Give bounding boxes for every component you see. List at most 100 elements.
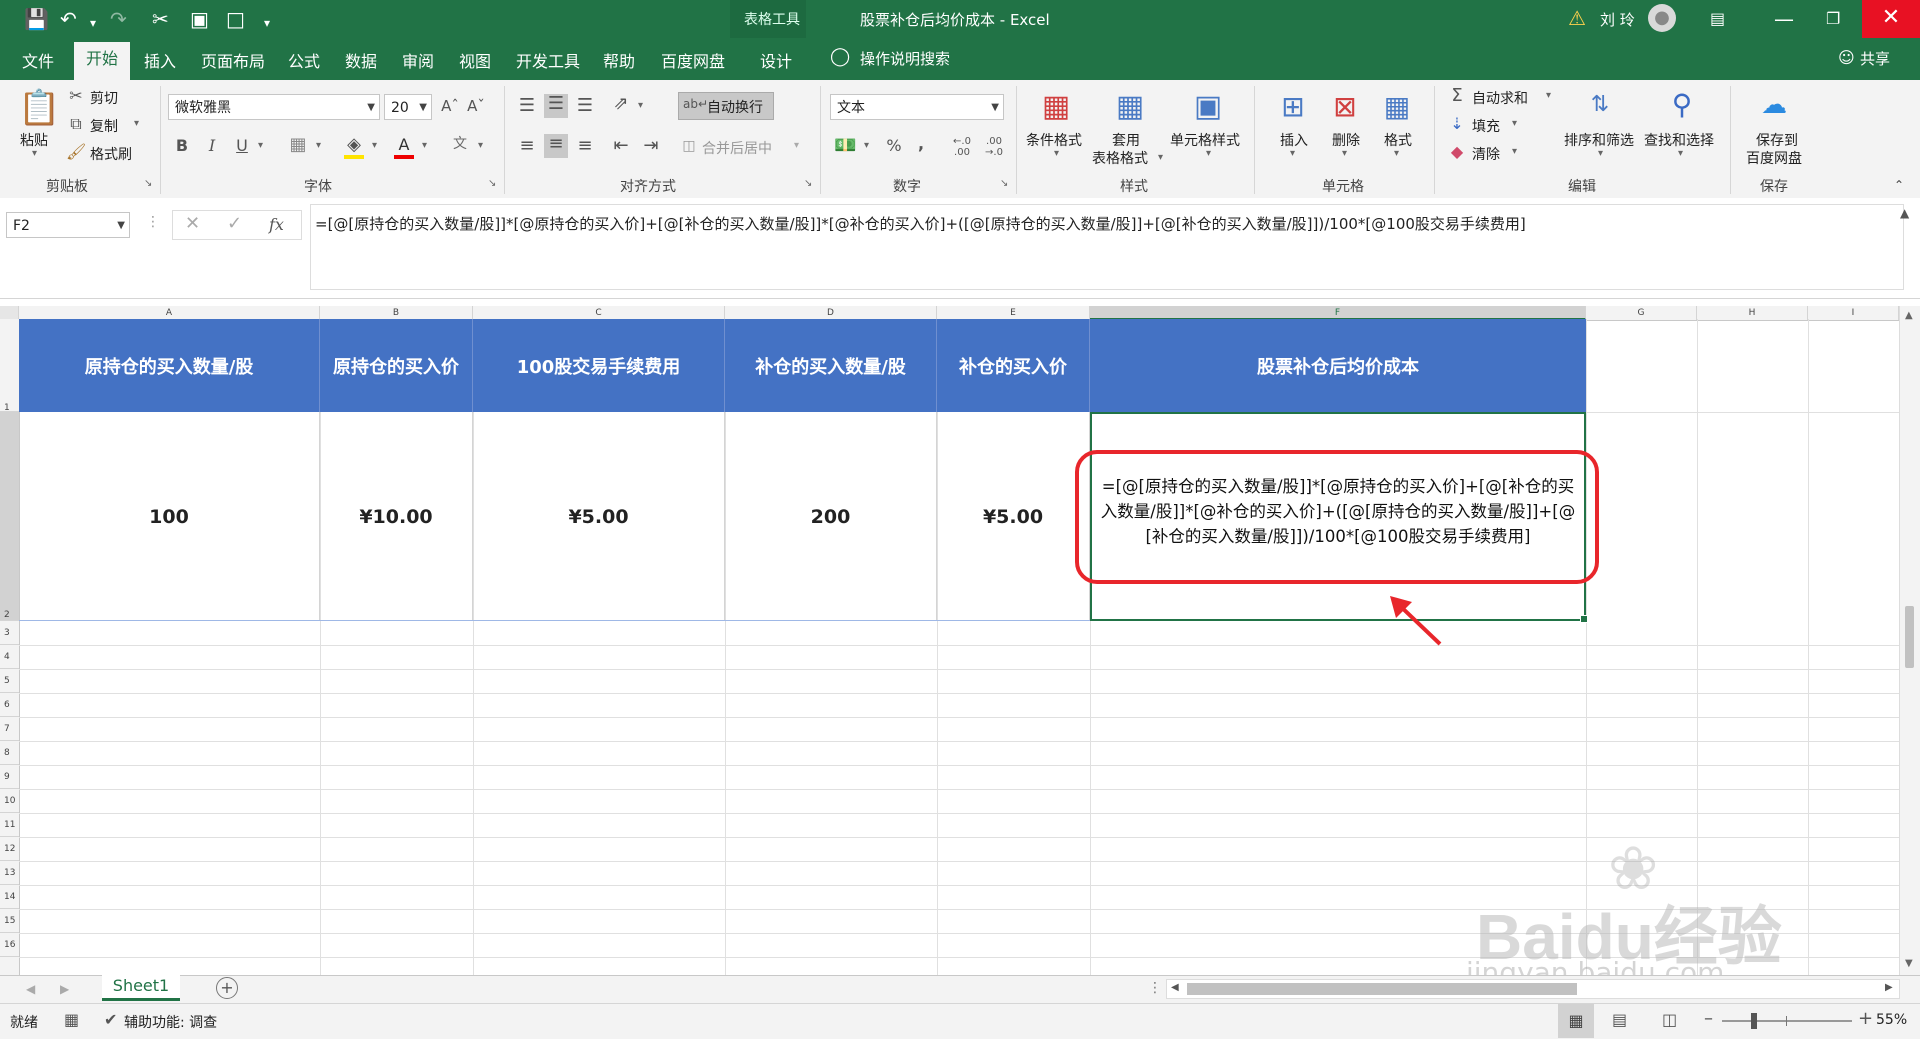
table-data-cell[interactable]: 100	[19, 412, 320, 621]
font-color-dropdown-icon[interactable]: ▾	[422, 140, 427, 151]
lightbulb-icon[interactable]: ◯	[830, 46, 850, 67]
zoom-out-icon[interactable]: –	[1704, 1008, 1713, 1029]
prev-sheet-icon[interactable]: ◀	[26, 982, 35, 996]
zoom-in-icon[interactable]: +	[1858, 1008, 1873, 1029]
table-data-cell[interactable]: ¥10.00	[320, 412, 473, 621]
tab-home[interactable]: 开始	[74, 42, 131, 80]
underline-dropdown-icon[interactable]: ▾	[258, 140, 263, 151]
format-cells-button[interactable]: 格式	[1384, 130, 1412, 150]
increase-indent-icon[interactable]: ⇥	[640, 136, 662, 156]
fill-handle[interactable]	[1580, 615, 1588, 623]
column-header-i[interactable]: I	[1808, 306, 1899, 320]
table-header-cell[interactable]: 补仓的买入数量/股	[725, 319, 937, 412]
undo-dropdown-icon[interactable]: ▾	[90, 12, 96, 34]
table-header-cell[interactable]: 股票补仓后均价成本	[1090, 319, 1586, 412]
name-box[interactable]: F2 ▼	[6, 212, 130, 238]
format-painter-button[interactable]: 格式刷	[90, 144, 132, 164]
delete-dropdown-icon[interactable]: ▾	[1342, 148, 1347, 159]
column-header-a[interactable]: A	[19, 306, 320, 320]
copy-icon[interactable]: ⧉	[66, 114, 86, 134]
insert-cells-icon[interactable]: ⊞	[1276, 90, 1310, 124]
number-format-select[interactable]: 文本 ▼	[830, 94, 1004, 120]
sheet-tab-sheet1[interactable]: Sheet1	[102, 975, 180, 1001]
save-netdisk-button-line2[interactable]: 百度网盘	[1746, 148, 1802, 168]
cell-styles-icon[interactable]: ▣	[1190, 90, 1226, 124]
warning-icon[interactable]: ⚠	[1568, 6, 1586, 30]
new-document-icon[interactable]: □	[226, 8, 245, 30]
underline-icon[interactable]: U	[232, 136, 252, 156]
cell-styles-button[interactable]: 单元格样式	[1170, 130, 1240, 150]
decrease-font-icon[interactable]: Aˇ	[466, 96, 486, 116]
zoom-level[interactable]: 55%	[1876, 1012, 1907, 1028]
row-header-5[interactable]: 5	[0, 669, 19, 693]
share-button[interactable]: 共享	[1860, 48, 1890, 69]
orientation-dropdown-icon[interactable]: ▾	[638, 100, 643, 111]
row-header-12[interactable]: 12	[0, 837, 19, 861]
paste-dropdown-icon[interactable]: ▾	[32, 148, 37, 159]
align-right-icon[interactable]: ≡	[574, 136, 596, 156]
formula-input[interactable]: =[@[原持仓的买入数量/股]]*[@原持仓的买入价]+[@[补仓的买入数量/股…	[310, 204, 1904, 290]
collapse-formula-bar-icon[interactable]: ▲	[1900, 206, 1909, 220]
format-table-dropdown-icon[interactable]: ▾	[1158, 152, 1163, 163]
format-as-table-button-line2[interactable]: 表格格式	[1092, 148, 1148, 168]
row-header-2[interactable]: 2	[0, 412, 19, 621]
scroll-up-icon[interactable]: ▲	[1905, 310, 1913, 321]
row-header-6[interactable]: 6	[0, 693, 19, 717]
table-data-cell[interactable]: ¥5.00	[473, 412, 725, 621]
column-header-b[interactable]: B	[320, 306, 473, 320]
table-header-cell[interactable]: 原持仓的买入数量/股	[19, 319, 320, 412]
row-header-15[interactable]: 15	[0, 909, 19, 933]
fill-color-icon[interactable]: ◈	[344, 135, 364, 159]
sort-filter-icon[interactable]: ⇅	[1582, 88, 1618, 122]
comma-icon[interactable]: ,	[914, 134, 928, 154]
clipboard-launcher-icon[interactable]: ↘	[144, 178, 152, 189]
vertical-scroll-thumb[interactable]	[1905, 606, 1914, 668]
number-launcher-icon[interactable]: ↘	[1000, 178, 1008, 189]
clear-dropdown-icon[interactable]: ▾	[1512, 146, 1517, 157]
sort-filter-button[interactable]: 排序和筛选	[1564, 130, 1634, 150]
page-layout-view-icon[interactable]: ▤	[1612, 1010, 1627, 1029]
insert-dropdown-icon[interactable]: ▾	[1290, 148, 1295, 159]
autosum-icon[interactable]: Σ	[1448, 86, 1466, 106]
undo-icon[interactable]: ↶	[60, 8, 77, 30]
row-header-7[interactable]: 7	[0, 717, 19, 741]
minimize-icon[interactable]: —	[1774, 8, 1794, 30]
phonetic-dropdown-icon[interactable]: ▾	[478, 140, 483, 151]
borders-icon[interactable]: ▦	[288, 135, 308, 155]
print-preview-icon[interactable]: ▣	[190, 8, 209, 30]
row-header-9[interactable]: 9	[0, 765, 19, 789]
tab-baidu-netdisk[interactable]: 百度网盘	[661, 48, 725, 72]
horizontal-scrollbar[interactable]: ◀ ▶	[1166, 979, 1900, 999]
more-options-icon[interactable]: ⋮	[1148, 980, 1162, 996]
zoom-slider[interactable]	[1722, 1013, 1852, 1029]
row-header-8[interactable]: 8	[0, 741, 19, 765]
table-data-cell[interactable]: ¥5.00	[937, 412, 1090, 621]
conditional-dropdown-icon[interactable]: ▾	[1054, 148, 1059, 159]
eraser-icon[interactable]: ◆	[1448, 142, 1466, 162]
person-icon[interactable]: ☺	[1838, 48, 1855, 67]
percent-icon[interactable]: %	[884, 136, 904, 156]
column-header-h[interactable]: H	[1697, 306, 1808, 320]
scroll-right-icon[interactable]: ▶	[1885, 982, 1893, 993]
decrease-indent-icon[interactable]: ⇤	[610, 136, 632, 156]
align-middle-icon[interactable]: ☰	[544, 94, 568, 118]
tab-data[interactable]: 数据	[345, 48, 377, 72]
column-header-e[interactable]: E	[937, 306, 1090, 320]
scroll-down-icon[interactable]: ▼	[1905, 958, 1913, 969]
column-header-f[interactable]: F	[1090, 306, 1586, 320]
tab-page-layout[interactable]: 页面布局	[201, 48, 265, 72]
close-icon[interactable]: ✕	[1862, 0, 1920, 38]
row-header-16[interactable]: 16	[0, 933, 19, 957]
fill-dropdown-icon[interactable]: ▾	[1512, 118, 1517, 129]
increase-decimal-icon[interactable]: ←.0.00	[950, 136, 974, 158]
table-data-cell[interactable]: 200	[725, 412, 937, 621]
find-dropdown-icon[interactable]: ▾	[1678, 148, 1683, 159]
tab-view[interactable]: 视图	[459, 48, 491, 72]
tab-developer[interactable]: 开发工具	[516, 48, 580, 72]
cancel-icon[interactable]: ✕	[185, 213, 200, 234]
insert-function-button[interactable]: fx	[269, 215, 284, 234]
borders-dropdown-icon[interactable]: ▾	[316, 140, 321, 151]
tab-help[interactable]: 帮助	[603, 48, 635, 72]
tab-review[interactable]: 审阅	[402, 48, 434, 72]
zoom-slider-thumb[interactable]	[1751, 1013, 1757, 1029]
